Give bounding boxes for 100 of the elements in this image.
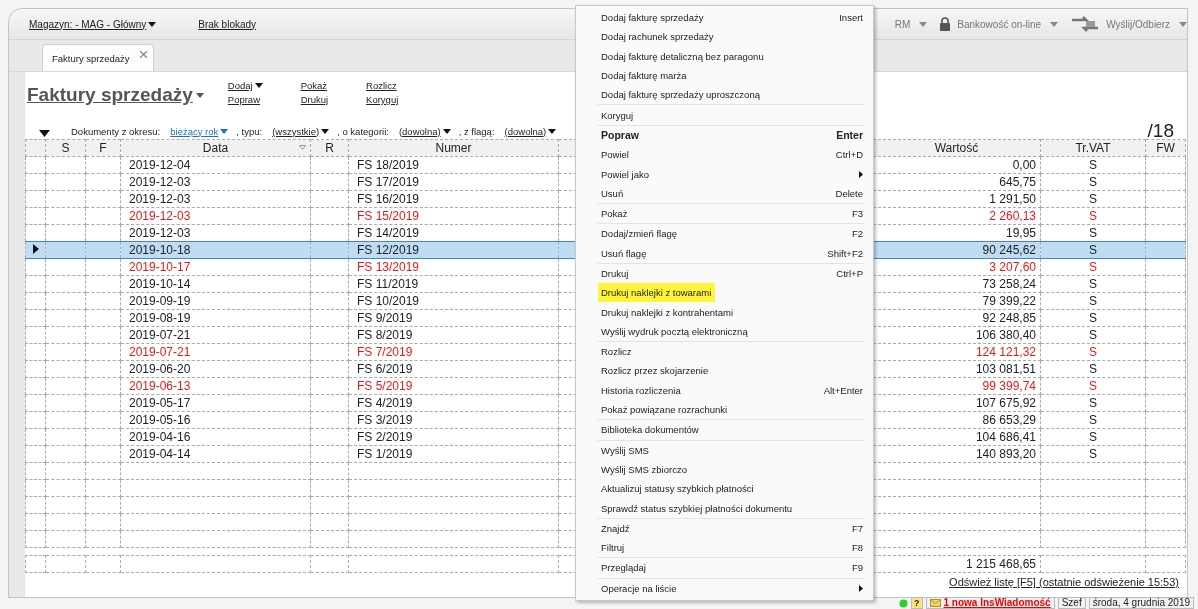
value-cell: 79 399,22 — [982, 294, 1036, 308]
number-cell: FS 4/2019 — [357, 396, 413, 410]
action-link[interactable]: Popraw — [227, 94, 263, 105]
date-cell: 2019-08-19 — [129, 311, 191, 325]
submenu-arrow-icon — [859, 584, 863, 592]
value-cell: 2 260,13 — [989, 209, 1036, 223]
action-link[interactable]: Rozlicz — [366, 80, 399, 91]
vat-cell: S — [1089, 362, 1097, 376]
caret-icon — [1179, 21, 1187, 27]
menu-item[interactable]: Drukuj naklejki z towarami — [598, 283, 716, 303]
date-cell: 2019-06-20 — [129, 362, 191, 376]
column-header[interactable]: S — [45, 139, 86, 157]
column-header[interactable]: Wartość — [872, 139, 1041, 157]
shortcut-label: F8 — [851, 542, 863, 554]
value-cell: 1 291,50 — [989, 192, 1036, 206]
close-icon — [139, 51, 147, 58]
menu-item[interactable]: Znajdź F7 — [576, 518, 873, 538]
status-dot-icon — [899, 598, 909, 608]
menu-item[interactable]: Filtruj F8 — [576, 538, 873, 558]
vat-cell: S — [1089, 294, 1097, 308]
vat-cell: S — [1089, 158, 1097, 172]
menu-item[interactable]: Dodaj fakturę detaliczną bez paragonu — [576, 46, 873, 66]
menu-item[interactable]: Dodaj fakturę marża — [576, 65, 873, 86]
date-cell: 2019-05-16 — [129, 413, 191, 427]
value-cell: 104 686,41 — [975, 430, 1036, 444]
column-header[interactable]: Numer — [348, 139, 559, 157]
submenu-arrow-icon — [859, 170, 863, 178]
column-header[interactable]: F — [85, 139, 121, 157]
menu-item[interactable]: Koryguj — [576, 105, 873, 125]
toolbar-button[interactable]: Bankowość on-line — [939, 16, 1059, 32]
refresh-link[interactable]: Odśwież listę [F5] (ostatnie odświeżenie 15:53) — [949, 576, 1179, 588]
vat-cell: S — [1089, 396, 1097, 410]
value-cell: 103 081,51 — [975, 362, 1036, 376]
number-cell: FS 18/2019 — [357, 158, 420, 172]
toolbar-button[interactable]: Wyślij/Odbierz — [1070, 16, 1187, 32]
messages-link[interactable]: 1 nowa InsWiadomość — [925, 597, 1055, 609]
date-cell: 2019-04-14 — [129, 447, 191, 461]
menu-item[interactable]: Usuń Delete — [576, 183, 873, 203]
menu-item[interactable]: Drukuj Ctrl+P — [576, 263, 873, 284]
column-header[interactable]: FW — [1145, 139, 1186, 157]
date-cell: 2019-07-21 — [129, 328, 191, 342]
filter-label: Dokumenty z okresu: — [71, 125, 161, 137]
value-cell: 106 380,40 — [975, 328, 1036, 342]
value-cell: 3 207,60 — [989, 260, 1036, 274]
warehouse-dropdown[interactable]: Magazyn: - MAG - Główny — [29, 18, 157, 30]
value-cell: 90 245,62 — [982, 243, 1036, 257]
date-cell: 2019-10-17 — [129, 260, 191, 274]
help-button[interactable]: ? — [911, 597, 923, 609]
caret-icon — [1050, 21, 1059, 27]
menu-item[interactable]: Sprawdź status szybkiej płatności dokumentu — [576, 498, 873, 518]
action-link[interactable]: Dodaj — [227, 80, 263, 91]
column-header[interactable]: Data — [120, 139, 311, 157]
date-cell: 2019-10-18 — [129, 243, 191, 257]
menu-item[interactable]: Wyślij wydruk pocztą elektroniczną — [576, 321, 873, 342]
menu-item[interactable]: Dodaj fakturę sprzedaży Insert — [576, 8, 873, 28]
date-cell: 2019-12-04 — [129, 158, 191, 172]
vat-cell: S — [1089, 175, 1097, 189]
menu-item[interactable]: Usuń flagę Shift+F2 — [576, 243, 873, 263]
vat-cell: S — [1089, 192, 1097, 206]
vat-cell: S — [1089, 226, 1097, 240]
filter-label: , typu: — [236, 125, 263, 137]
value-cell: 19,95 — [1005, 226, 1036, 240]
document-tab[interactable]: Faktury sprzedaży — [42, 44, 154, 71]
toolbar-button[interactable]: RM — [894, 16, 928, 32]
menu-item[interactable]: Dodaj rachunek sprzedaży — [576, 27, 873, 47]
action-link[interactable]: Drukuj — [300, 94, 329, 105]
action-link[interactable]: Koryguj — [366, 94, 399, 105]
menu-item[interactable]: Historia rozliczenia Alt+Enter — [576, 380, 873, 400]
caret-icon — [919, 21, 928, 27]
column-header[interactable]: R — [310, 139, 349, 157]
shortcut-label: F7 — [851, 522, 863, 534]
shortcut-label: F9 — [851, 562, 863, 574]
menu-item[interactable]: Wyślij SMS — [576, 440, 873, 460]
filter-dropdown[interactable]: (dowolna) — [398, 125, 451, 137]
caret-icon — [254, 83, 263, 88]
menu-item[interactable]: Przeglądaj F9 — [576, 558, 873, 578]
date-cell: 2019-10-14 — [129, 277, 191, 291]
number-cell: FS 17/2019 — [357, 175, 420, 189]
shortcut-label: Delete — [835, 187, 863, 199]
menu-item[interactable]: Popraw Enter — [576, 125, 873, 146]
menu-item[interactable]: Drukuj naklejki z kontrahentami — [576, 302, 873, 322]
menu-item[interactable]: Pokaż F3 — [576, 203, 873, 224]
number-cell: FS 11/2019 — [357, 277, 419, 291]
column-header[interactable]: Tr.VAT — [1040, 139, 1146, 157]
menu-item[interactable]: Rozlicz przez skojarzenie — [576, 361, 873, 381]
vat-cell: S — [1089, 447, 1097, 461]
filter-dropdown[interactable]: (wszystkie) — [272, 125, 330, 137]
number-cell: FS 13/2019 — [357, 260, 420, 274]
menu-item[interactable]: Dodaj fakturę sprzedaży uproszczoną — [576, 85, 873, 105]
lock-status-link[interactable]: Brak blokady — [198, 18, 257, 30]
action-link[interactable]: Pokaż — [300, 80, 329, 91]
value-cell: 140 893,20 — [975, 447, 1036, 461]
page-title-dropdown[interactable]: Faktury sprzedaży — [27, 84, 204, 106]
filter-dropdown[interactable]: (dowolna) — [504, 125, 557, 137]
menu-item[interactable]: Wyślij SMS zbiorczo — [576, 459, 873, 480]
filter-dropdown[interactable]: bieżący rok — [170, 125, 229, 137]
number-cell: FS 7/2019 — [357, 345, 413, 359]
total-value: 1 215 468,65 — [965, 557, 1036, 571]
menu-item[interactable]: Operacje na liście — [576, 578, 873, 598]
vat-cell: S — [1089, 209, 1097, 223]
